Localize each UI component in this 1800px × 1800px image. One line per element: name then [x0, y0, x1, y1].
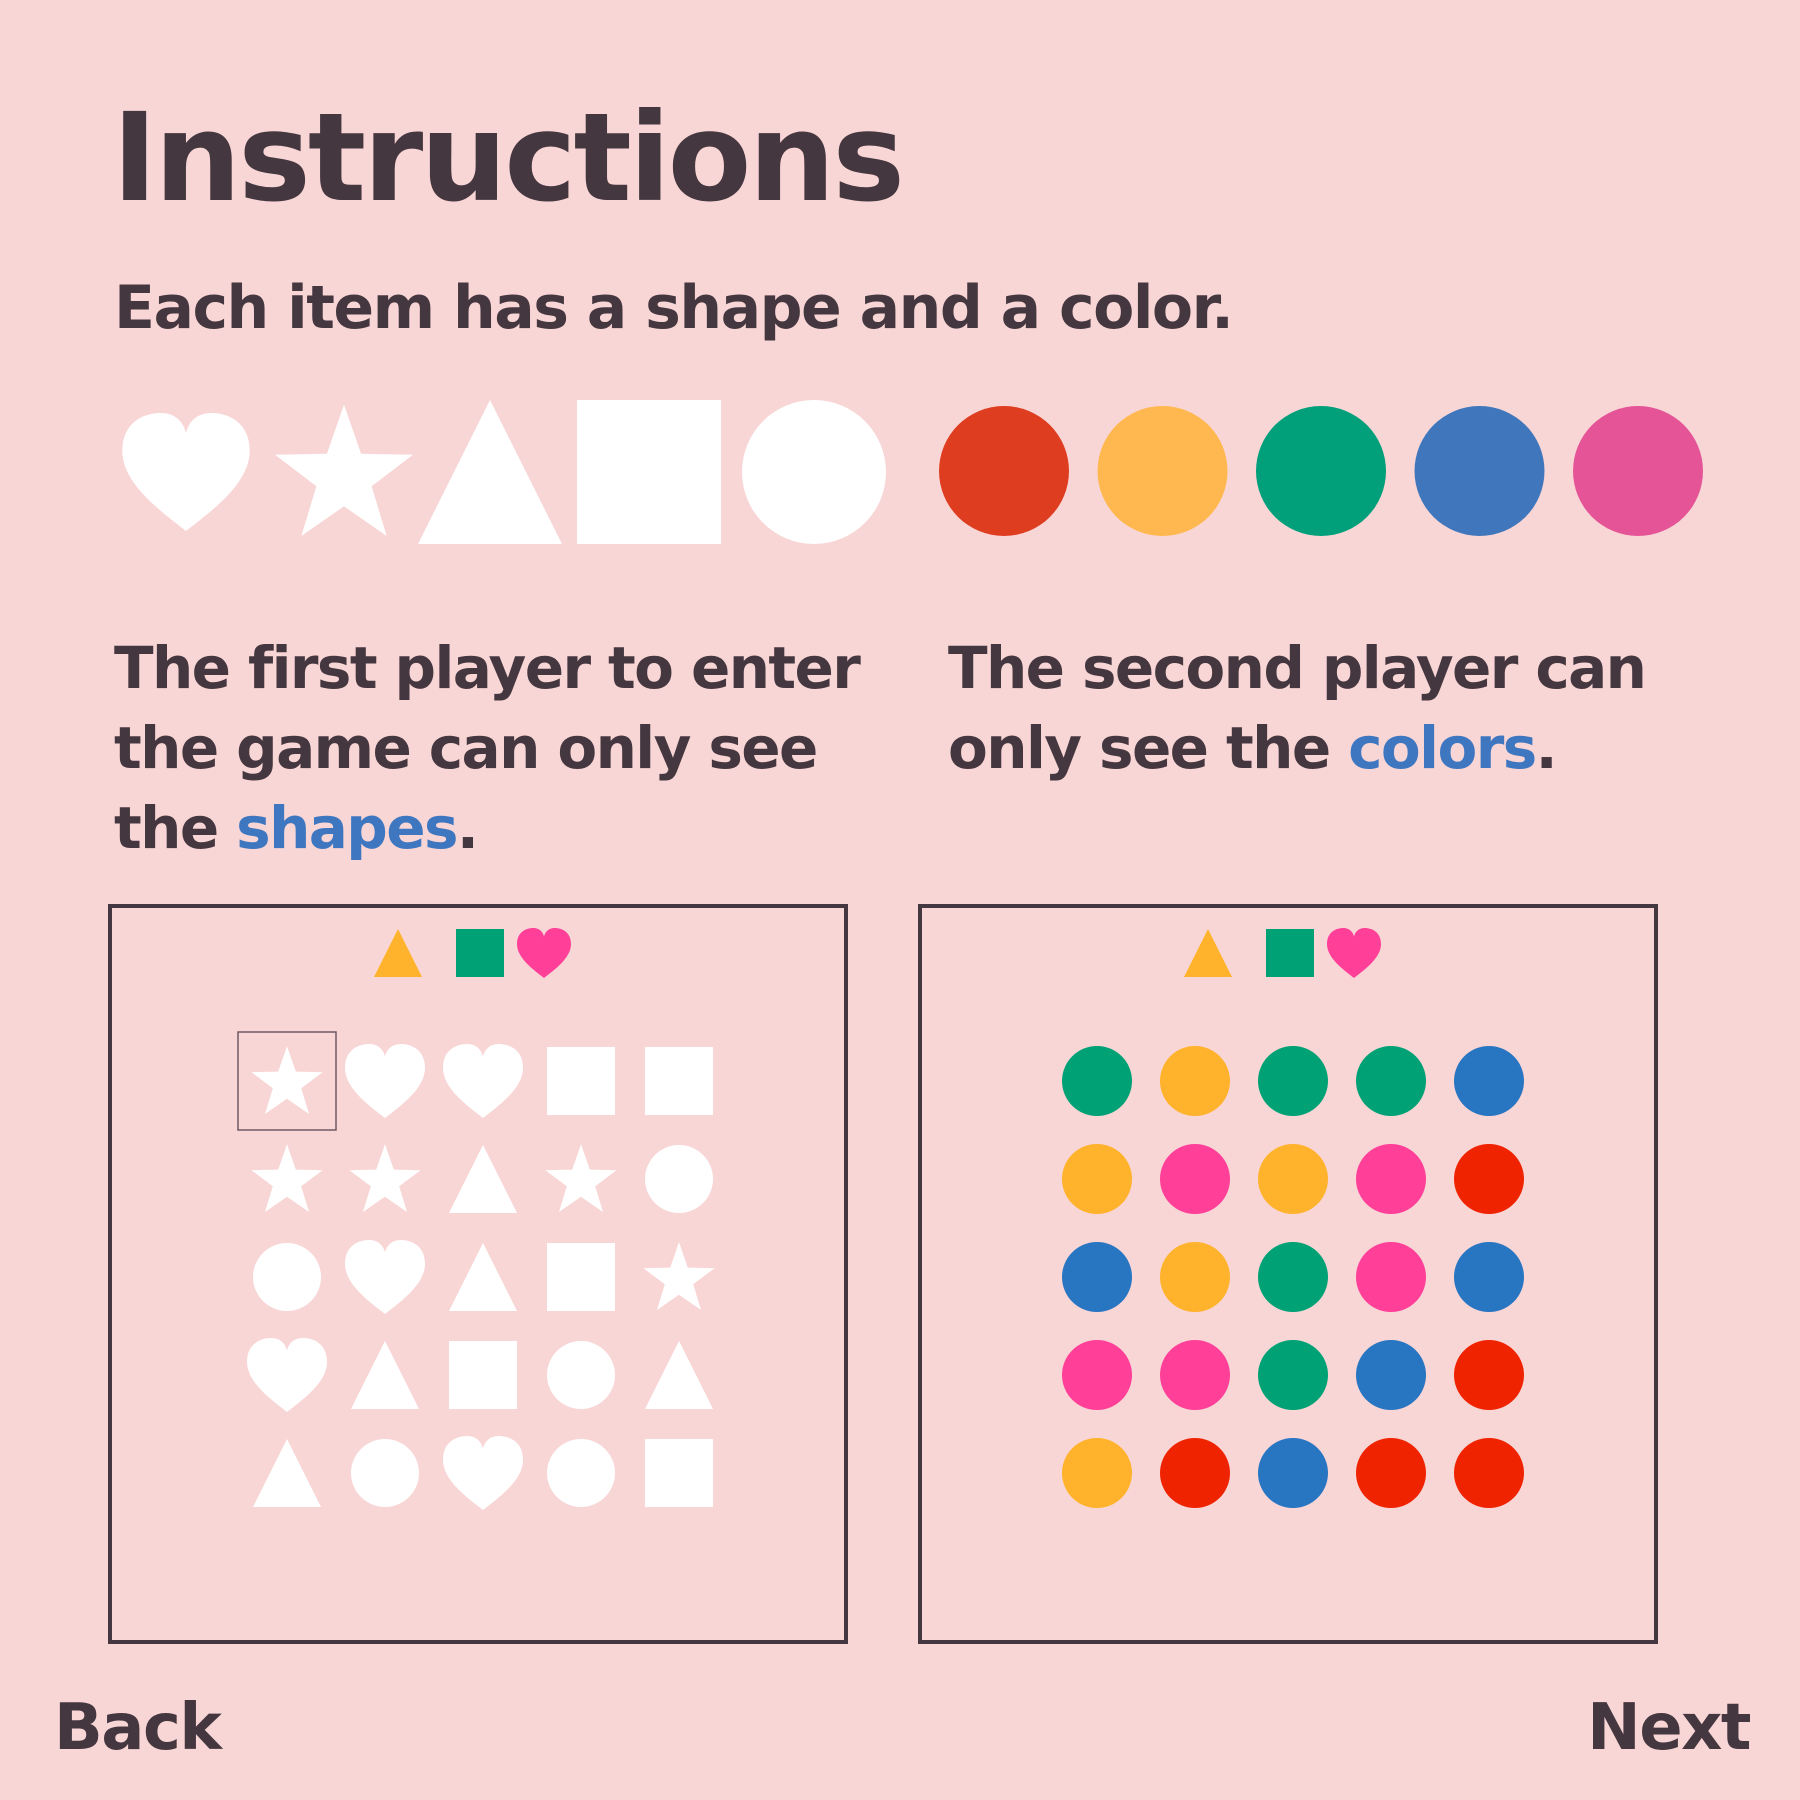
legend-circle-icon [742, 400, 886, 544]
player1-text-line2: the game can only see [114, 714, 818, 782]
board-color-item[interactable] [1356, 1340, 1426, 1410]
board-star-item[interactable] [545, 1144, 617, 1212]
board-circle-item[interactable] [645, 1145, 713, 1213]
shapes-highlight: shapes [236, 794, 458, 862]
board-star-item[interactable] [251, 1046, 323, 1114]
board-color-item[interactable] [1356, 1242, 1426, 1312]
board-heart-item[interactable] [345, 1044, 425, 1118]
legend-heart-icon [122, 413, 250, 531]
player2-board [1062, 928, 1524, 1508]
player1-view-panel [108, 904, 848, 1644]
board-color-item[interactable] [1454, 1242, 1524, 1312]
board-color-item[interactable] [1454, 1438, 1524, 1508]
board-color-item[interactable] [1062, 1340, 1132, 1410]
board-triangle-item[interactable] [253, 1439, 321, 1507]
board-color-item[interactable] [1160, 1046, 1230, 1116]
board-color-item[interactable] [1160, 1438, 1230, 1508]
legend-color-swatch-1 [939, 406, 1069, 536]
board-heart-item[interactable] [443, 1436, 523, 1510]
board-color-item[interactable] [1356, 1438, 1426, 1508]
board-triangle-item[interactable] [449, 1243, 517, 1311]
shape-legend [122, 400, 886, 544]
legend-color-swatch-4 [1414, 406, 1545, 536]
board-square-item[interactable] [645, 1047, 713, 1115]
board-color-item[interactable] [1454, 1340, 1524, 1410]
board-color-item[interactable] [1258, 1438, 1328, 1508]
board-color-item[interactable] [1356, 1046, 1426, 1116]
board-circle-item[interactable] [253, 1243, 321, 1311]
board-color-item[interactable] [1356, 1144, 1426, 1214]
legend-color-swatch-2 [1097, 406, 1228, 536]
board-color-item[interactable] [1062, 1046, 1132, 1116]
board-color-item[interactable] [1062, 1144, 1132, 1214]
board-square-item[interactable] [547, 1047, 615, 1115]
subtitle: Each item has a shape and a color. [114, 273, 1234, 343]
board-square-item[interactable] [645, 1439, 713, 1507]
legend-star-icon [275, 404, 413, 536]
player1-explanation: The first player to enter the game can o… [114, 628, 861, 868]
target-heart-icon [1327, 928, 1381, 978]
board-color-item[interactable] [1160, 1242, 1230, 1312]
legend-triangle-icon [418, 400, 562, 544]
board-triangle-item[interactable] [449, 1145, 517, 1213]
board-star-item[interactable] [349, 1144, 421, 1212]
next-button[interactable]: Next [1587, 1690, 1751, 1767]
board-color-item[interactable] [1454, 1046, 1524, 1116]
board-star-item[interactable] [251, 1144, 323, 1212]
board-triangle-item[interactable] [645, 1341, 713, 1409]
player2-text-suffix: . [1535, 714, 1558, 782]
board-triangle-item[interactable] [351, 1341, 419, 1409]
back-button[interactable]: Back [54, 1690, 222, 1767]
color-legend [939, 406, 1703, 536]
board-heart-item[interactable] [345, 1240, 425, 1314]
page-title: Instructions [112, 87, 905, 229]
board-color-item[interactable] [1258, 1046, 1328, 1116]
legend-color-swatch-3 [1256, 406, 1386, 536]
target-square-icon [456, 929, 504, 977]
player1-text-suffix: . [456, 794, 479, 862]
player1-text-line1: The first player to enter [114, 634, 861, 702]
player1-text-prefix: the [114, 794, 237, 862]
board-color-item[interactable] [1062, 1438, 1132, 1508]
player2-explanation: The second player can only see the color… [948, 628, 1647, 788]
player2-text-prefix: only see the [948, 714, 1349, 782]
board-heart-item[interactable] [247, 1338, 327, 1412]
colors-highlight: colors [1348, 714, 1537, 782]
legend-square-icon [577, 400, 721, 544]
player2-text-line1: The second player can [948, 634, 1647, 702]
board-color-item[interactable] [1258, 1340, 1328, 1410]
board-heart-item[interactable] [443, 1044, 523, 1118]
board-circle-item[interactable] [351, 1439, 419, 1507]
target-triangle-icon [374, 929, 422, 977]
board-color-item[interactable] [1258, 1242, 1328, 1312]
target-triangle-icon [1184, 929, 1232, 977]
board-color-item[interactable] [1062, 1242, 1132, 1312]
player1-board [237, 928, 715, 1510]
board-circle-item[interactable] [547, 1341, 615, 1409]
legend-color-swatch-5 [1573, 406, 1703, 536]
board-star-item[interactable] [643, 1242, 715, 1310]
board-color-item[interactable] [1160, 1144, 1230, 1214]
target-square-icon [1266, 929, 1314, 977]
target-heart-icon [517, 928, 571, 978]
player2-view-panel [918, 904, 1658, 1644]
board-color-item[interactable] [1258, 1144, 1328, 1214]
board-color-item[interactable] [1454, 1144, 1524, 1214]
board-square-item[interactable] [547, 1243, 615, 1311]
board-circle-item[interactable] [547, 1439, 615, 1507]
board-color-item[interactable] [1160, 1340, 1230, 1410]
board-square-item[interactable] [449, 1341, 517, 1409]
